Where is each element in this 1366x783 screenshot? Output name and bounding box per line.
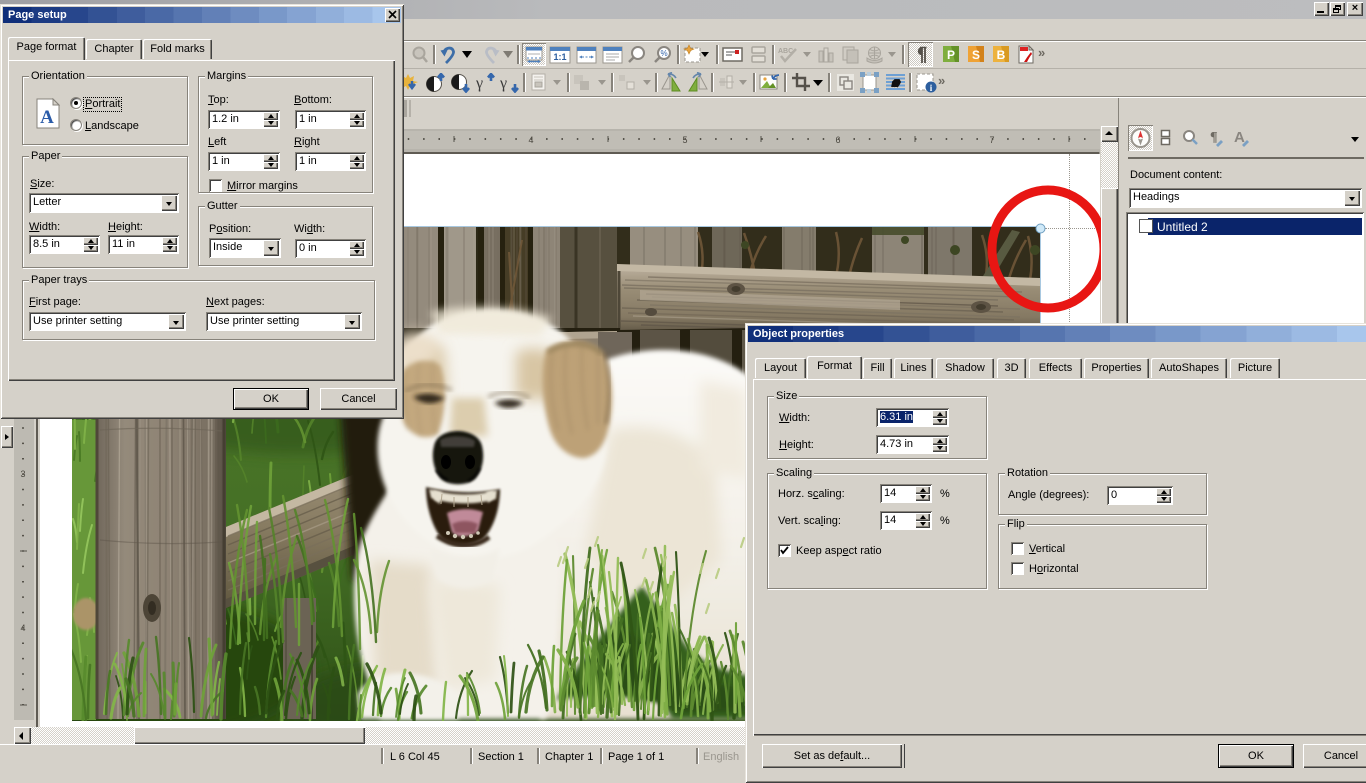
svg-text:1:1: 1:1 <box>553 52 566 62</box>
svg-text:γ: γ <box>476 75 483 92</box>
svg-text:γ: γ <box>500 75 507 92</box>
svg-text:B: B <box>997 48 1006 62</box>
svg-text:P: P <box>947 48 955 62</box>
svg-text:A: A <box>40 107 54 128</box>
svg-text:6: 6 <box>835 135 840 145</box>
svg-text:S: S <box>972 48 980 62</box>
svg-text:%: % <box>660 49 667 58</box>
svg-text:A: A <box>1234 129 1245 146</box>
svg-text:¶: ¶ <box>1210 130 1218 145</box>
